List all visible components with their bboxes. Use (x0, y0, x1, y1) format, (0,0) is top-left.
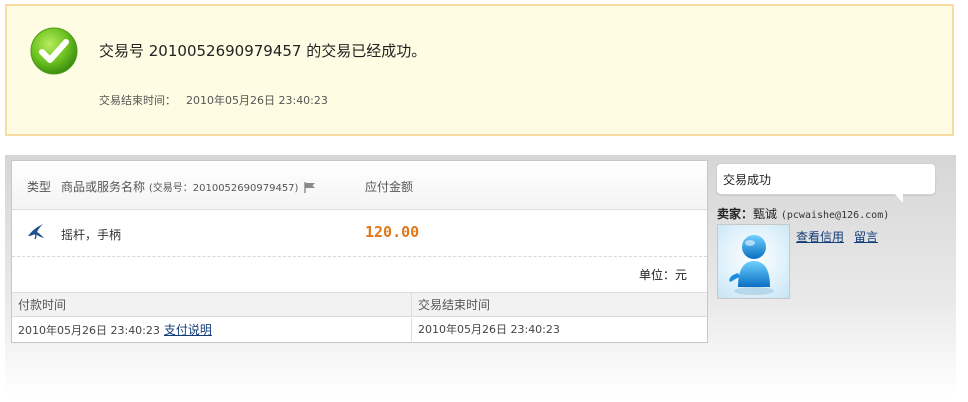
payment-table: 付款时间 交易结束时间 2010年05月26日 23:40:23 支付说明 201… (12, 292, 707, 344)
end-time-label: 交易结束时间： (99, 94, 176, 107)
view-credit-link[interactable]: 查看信用 (796, 230, 844, 244)
success-message-box: 交易号 2010052690979457 的交易已经成功。 交易结束时间： 201… (5, 4, 954, 136)
seller-name: 甄诚 (753, 207, 778, 221)
unit-text: 单位：元 (638, 268, 687, 282)
seller-email: (pcwaishe@126.com) (780, 210, 890, 221)
header-name: 商品或服务名称 (交易号：2010052690979457) (61, 178, 316, 195)
seller-info: 卖家：甄诚 (pcwaishe@126.com) (717, 205, 889, 222)
order-panel: 类型 商品或服务名称 (交易号：2010052690979457) 应付金额 摇… (11, 160, 708, 343)
header-amount: 应付金额 (365, 180, 414, 194)
header-name-label: 商品或服务名称 (61, 180, 146, 194)
payment-info-link[interactable]: 支付说明 (164, 323, 212, 337)
end-time-header: 交易结束时间 (411, 293, 707, 317)
order-item-row: 摇杆，手柄 120.00 (12, 210, 707, 257)
item-amount: 120.00 (365, 223, 420, 241)
swallow-icon (28, 224, 44, 240)
trade-status-bubble: 交易成功 (716, 163, 936, 195)
seller-label: 卖家： (717, 207, 754, 221)
end-time-value: 2010年05月26日 23:40:23 (186, 94, 328, 107)
user-avatar-icon[interactable] (717, 224, 790, 299)
seller-links: 查看信用 留言 (796, 228, 888, 245)
order-header: 类型 商品或服务名称 (交易号：2010052690979457) 应付金额 (12, 161, 707, 210)
header-trade-number: (交易号：2010052690979457) (148, 183, 299, 194)
bubble-tail (895, 194, 903, 203)
avatar-figure (729, 235, 774, 295)
payment-time-cell: 2010年05月26日 23:40:23 支付说明 (12, 318, 411, 343)
item-name: 摇杆，手柄 (61, 228, 122, 242)
payment-time-value: 2010年05月26日 23:40:23 (18, 324, 160, 337)
end-time-cell-value: 2010年05月26日 23:40:23 (418, 323, 560, 336)
leave-message-link[interactable]: 留言 (854, 230, 878, 244)
success-end-time: 交易结束时间： 2010年05月26日 23:40:23 (99, 92, 328, 108)
end-time-cell: 2010年05月26日 23:40:23 (411, 318, 707, 343)
success-headline: 交易号 2010052690979457 的交易已经成功。 (99, 42, 427, 60)
check-circle-icon (30, 27, 78, 75)
payment-time-header: 付款时间 (12, 293, 411, 317)
flag-icon[interactable] (304, 182, 316, 193)
header-type: 类型 (27, 180, 52, 194)
